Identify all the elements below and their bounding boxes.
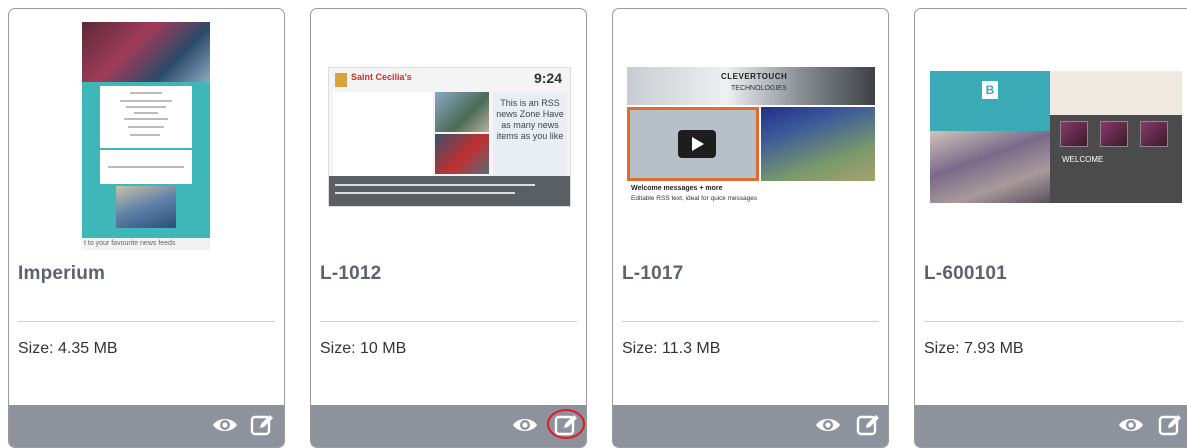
thumbnail-caption: Welcome messages + more (631, 185, 723, 192)
layout-thumbnail: B WELCOME (915, 9, 1187, 254)
layout-title: L-1012 (320, 263, 382, 284)
thumbnail-ticker: t to your favourite news feeds (82, 238, 210, 250)
edit-icon[interactable] (1157, 412, 1183, 438)
card-footer (9, 405, 284, 447)
edit-highlight-ring (547, 409, 585, 439)
layout-card[interactable]: t to your favourite news feeds Imperium … (8, 8, 285, 448)
divider (320, 321, 577, 322)
layout-title: Imperium (18, 263, 106, 284)
thumbnail-clock: 9:24 (533, 70, 562, 86)
thumbnail-brand-sub: TECHNOLOGIES (731, 85, 787, 92)
thumbnail-welcome: WELCOME (1062, 155, 1104, 164)
eye-icon[interactable] (212, 412, 238, 438)
layout-card[interactable]: B WELCOME L-600101 Size: 7.93 MB (914, 8, 1187, 448)
thumbnail-rss-text: This is an RSS news Zone Have as many ne… (493, 92, 567, 176)
layout-thumbnail: Saint Cecilia's 9:24 This is an RSS news… (311, 9, 586, 254)
layout-thumbnail: CLEVERTOUCH TECHNOLOGIES Welcome message… (613, 9, 888, 254)
eye-icon[interactable] (815, 412, 841, 438)
thumbnail-subcaption: Editable RSS text, ideal for quick messa… (631, 195, 758, 202)
thumbnail-preview: t to your favourite news feeds (82, 22, 210, 250)
thumbnail-preview: Saint Cecilia's 9:24 This is an RSS news… (328, 67, 571, 207)
layout-thumbnail: t to your favourite news feeds (9, 9, 284, 254)
edit-icon[interactable] (249, 412, 275, 438)
layout-size: Size: 11.3 MB (622, 340, 721, 357)
layout-title: L-600101 (924, 263, 1007, 284)
layout-size: Size: 7.93 MB (924, 340, 1024, 357)
card-footer (613, 405, 888, 447)
thumbnail-brand: CLEVERTOUCH (721, 72, 788, 81)
layout-size: Size: 4.35 MB (18, 340, 118, 357)
layout-size: Size: 10 MB (320, 340, 407, 357)
layout-title: L-1017 (622, 263, 684, 284)
play-icon (678, 130, 716, 158)
edit-icon[interactable] (855, 412, 881, 438)
eye-icon[interactable] (512, 412, 538, 438)
card-footer (311, 405, 586, 447)
thumbnail-preview: CLEVERTOUCH TECHNOLOGIES Welcome message… (627, 67, 875, 209)
divider (924, 321, 1183, 322)
thumbnail-school-name: Saint Cecilia's (351, 72, 412, 82)
eye-icon[interactable] (1118, 412, 1144, 438)
divider (622, 321, 879, 322)
card-footer (915, 405, 1187, 447)
layout-card[interactable]: Saint Cecilia's 9:24 This is an RSS news… (310, 8, 587, 448)
thumbnail-preview: B WELCOME (930, 71, 1182, 203)
divider (18, 321, 275, 322)
layout-card[interactable]: CLEVERTOUCH TECHNOLOGIES Welcome message… (612, 8, 889, 448)
